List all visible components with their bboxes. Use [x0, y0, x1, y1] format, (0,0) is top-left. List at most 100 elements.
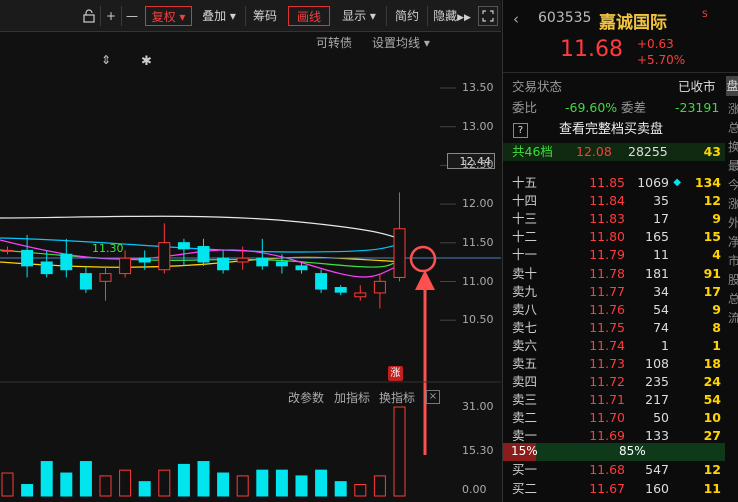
volume-bar	[158, 469, 171, 497]
candle-body	[197, 246, 210, 263]
ask-volume: 74	[653, 319, 669, 335]
stats-edge-char: 市	[728, 254, 738, 268]
total-price: 12.08	[576, 144, 612, 159]
bid-level-label: 买一	[512, 462, 538, 477]
ask-row[interactable]: 卖五 11.73 108 18	[503, 355, 725, 373]
ask-price: 11.76	[589, 301, 625, 317]
ask-row[interactable]: 卖八 11.76 54 9	[503, 301, 725, 319]
stats-edge-char: 总	[728, 292, 738, 306]
ask-volume: 217	[645, 392, 669, 408]
ask-count: 134	[694, 175, 721, 190]
ask-row[interactable]: 十二 11.80 165 15	[503, 228, 725, 246]
ask-row[interactable]: 卖二 11.70 50 10	[503, 409, 725, 427]
ask-price: 11.77	[589, 283, 625, 299]
volume-bar	[138, 481, 151, 497]
ask-row[interactable]: 十一 11.79 11 4	[503, 246, 725, 264]
ratio-sell-pct: 15%	[511, 444, 538, 458]
ask-row[interactable]: 十四 11.84 35 12	[503, 192, 725, 210]
bid-count: 11	[703, 481, 721, 496]
ask-row[interactable]: 卖四 11.72 235 24	[503, 373, 725, 391]
ask-level-label: 卖五	[512, 356, 538, 371]
ask-level-label: 卖十	[512, 265, 538, 281]
candle-body	[79, 273, 92, 290]
price-axis-label: 13.00	[462, 119, 494, 133]
chevron-left-icon[interactable]: ‹	[513, 10, 519, 28]
stock-flag: S	[702, 10, 708, 20]
candle-body	[40, 261, 53, 275]
candle-body	[256, 257, 269, 267]
candle-body	[236, 257, 249, 263]
volume-bars	[1, 406, 406, 497]
total-levels-row: 共46档 12.08 28255 43	[503, 143, 725, 161]
current-price: 11.68	[560, 37, 623, 62]
price-axis-label: 11.00	[462, 274, 494, 288]
ask-row[interactable]: 十五 11.85 1069 ◆ 134	[503, 174, 725, 192]
volume-axis-label: 0.00	[462, 483, 487, 496]
price-change-pct: +5.70%	[637, 53, 686, 67]
volume-bar	[197, 461, 210, 497]
price-axis-label: 13.50	[462, 81, 494, 94]
bid-volume: 547	[645, 462, 669, 477]
ask-price: 11.83	[589, 211, 625, 227]
ask-volume: 54	[653, 301, 669, 317]
ask-row[interactable]: 卖三 11.71 217 54	[503, 391, 725, 409]
weibi-value: -69.60%	[565, 100, 618, 115]
close-icon[interactable]: ×	[426, 390, 440, 404]
bid-count: 12	[703, 462, 721, 477]
candle-body	[158, 242, 171, 271]
ask-count: 24	[703, 374, 721, 390]
ask-row[interactable]: 卖七 11.75 74 8	[503, 319, 725, 337]
volume-axis-label: 31.00	[462, 400, 494, 413]
bid-price: 11.68	[589, 462, 625, 477]
volume-bar	[1, 472, 14, 497]
side-tab[interactable]: 盘	[726, 76, 738, 96]
ask-level-label: 十一	[512, 247, 538, 263]
bid-row[interactable]: 买二 11.67 160 11	[503, 480, 725, 498]
ask-price: 11.80	[589, 229, 625, 245]
candle-body	[1, 249, 14, 252]
candle-body	[99, 273, 112, 282]
candle-body	[119, 257, 132, 275]
candle-body	[21, 249, 34, 267]
ask-price: 11.73	[589, 356, 625, 371]
price-axis-label: 12.00	[462, 197, 494, 211]
kline-chart[interactable]: 11.30 ⇕ ✱	[0, 0, 501, 502]
candle-body	[177, 242, 190, 250]
ask-level-label: 卖七	[512, 319, 538, 335]
ask-level-label: 十三	[512, 211, 538, 227]
ask-row[interactable]: 卖九 11.77 34 17	[503, 283, 725, 301]
ask-row[interactable]: 卖六 11.74 1 1	[503, 337, 725, 355]
ratio-buy-pct: 85%	[619, 444, 646, 458]
ask-count: 1	[712, 337, 721, 353]
ma-value-label: 11.30	[92, 242, 124, 255]
indicator-params-link[interactable]: 改参数	[288, 389, 324, 406]
add-indicator-link[interactable]: 加指标	[334, 389, 370, 406]
order-book-panel: ‹ 603535 嘉诚国际 S 11.68 +0.63 +5.70% 交易状态 …	[502, 0, 738, 502]
stats-edge-char: 涨	[728, 197, 738, 211]
ask-price: 11.84	[589, 193, 625, 209]
volume-bar	[295, 475, 308, 497]
volume-bar	[393, 406, 406, 497]
candle-body	[138, 257, 151, 263]
ask-count: 91	[703, 265, 721, 281]
bid-row[interactable]: 买一 11.68 547 12	[503, 461, 725, 479]
annotation-arrowhead	[415, 270, 435, 290]
full-book-link[interactable]: ? 查看完整档买卖盘	[503, 121, 725, 139]
candlesticks	[1, 192, 406, 309]
volume-bar	[21, 484, 34, 497]
ask-price: 11.72	[589, 374, 625, 390]
ask-level-label: 卖六	[512, 337, 538, 353]
ask-row[interactable]: 十三 11.83 17 9	[503, 210, 725, 228]
stats-edge-char: 今	[728, 178, 738, 192]
volume-bar	[236, 475, 249, 497]
ask-row[interactable]: 卖十 11.78 181 91	[503, 265, 725, 283]
bid-level-label: 买二	[512, 481, 538, 496]
ask-price: 11.85	[589, 175, 625, 190]
price-change: +0.63	[637, 37, 674, 51]
ask-level-label: 卖四	[512, 374, 538, 390]
switch-indicator-link[interactable]: 换指标	[379, 389, 415, 406]
stats-edge-char: 净	[728, 235, 738, 249]
ask-count: 15	[703, 229, 721, 245]
stats-edge-char: 最	[728, 159, 738, 173]
volume-bar	[275, 469, 288, 497]
